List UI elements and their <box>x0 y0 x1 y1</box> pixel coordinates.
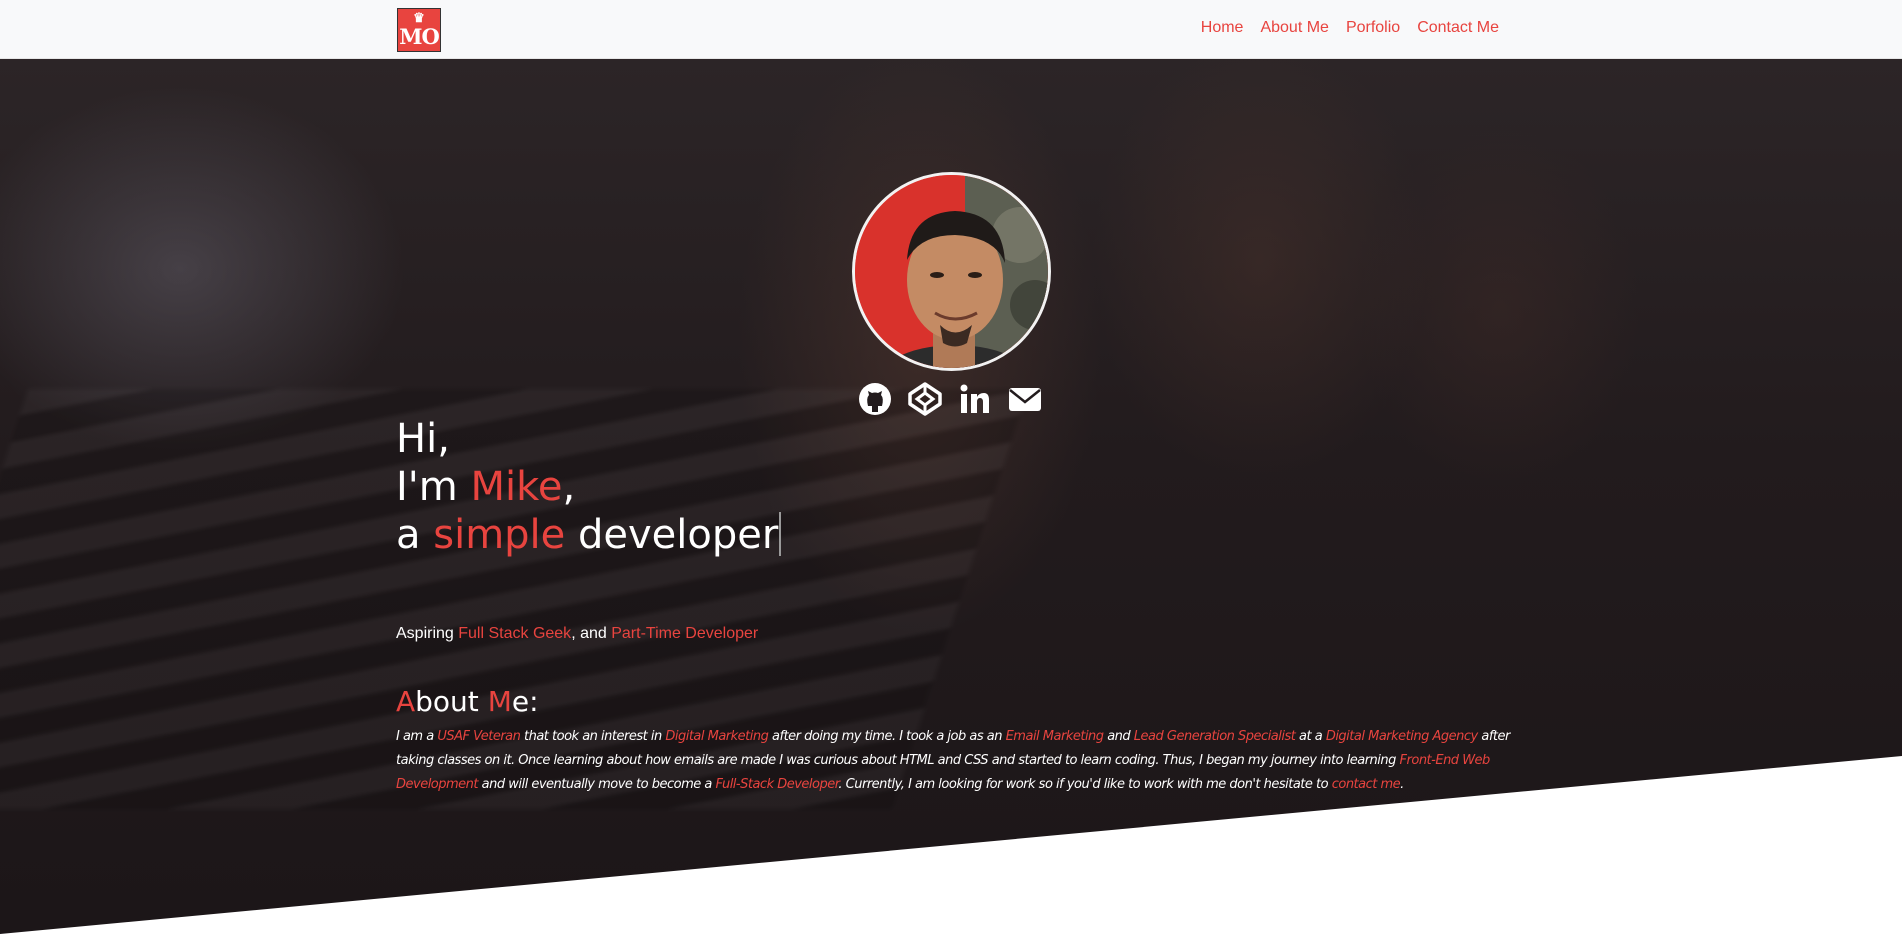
nav-link-about-me[interactable]: About Me <box>1260 19 1328 37</box>
tagline-role-part-time: Part-Time Developer <box>611 625 759 642</box>
nav-link-contact-me[interactable]: Contact Me <box>1417 19 1499 37</box>
intro-heading: Hi, I'm Mike, a simple developer <box>396 415 782 559</box>
highlight-digital-marketing: Digital Marketing <box>665 729 769 744</box>
nav-link-portfolio[interactable]: Porfolio <box>1346 19 1400 37</box>
tagline-role-full-stack: Full Stack Geek <box>458 625 572 642</box>
highlight-lead-generation: Lead Generation Specialist <box>1133 729 1296 744</box>
name-highlight: Mike <box>470 464 563 510</box>
about-me-paragraph: I am a USAF Veteran that took an interes… <box>396 729 1510 792</box>
name-line: I'm Mike, <box>396 464 576 510</box>
tagline: Aspiring Full Stack Geek, and Part-Time … <box>396 625 759 642</box>
contact-me-link[interactable]: contact me <box>1332 777 1401 792</box>
highlight-email-marketing: Email Marketing <box>1005 729 1104 744</box>
highlight-full-stack: Full-Stack Developer <box>715 777 839 792</box>
nav-link-home[interactable]: Home <box>1201 19 1244 37</box>
navbar: ♛ MO Home About Me Porfolio Contact Me <box>0 0 1902 59</box>
brand-logo[interactable]: ♛ MO <box>397 8 441 52</box>
github-icon[interactable] <box>858 382 892 416</box>
brand-monogram: MO <box>399 24 440 49</box>
typing-cursor <box>779 512 782 556</box>
codepen-icon[interactable] <box>908 382 942 416</box>
highlight-usaf-veteran: USAF Veteran <box>437 729 521 744</box>
social-links <box>858 382 1048 418</box>
highlight-digital-marketing-agency: Digital Marketing Agency <box>1325 729 1478 744</box>
greeting-line: Hi, <box>396 416 450 462</box>
hero-section: Hi, I'm Mike, a simple developer Aspirin… <box>0 59 1902 934</box>
envelope-icon[interactable] <box>1008 382 1042 416</box>
linkedin-icon[interactable] <box>958 382 992 416</box>
about-me-heading: About Me: <box>396 685 539 718</box>
typed-word: simple <box>433 512 566 558</box>
nav-links: Home About Me Porfolio Contact Me <box>1184 19 1499 37</box>
profile-avatar <box>852 172 1051 371</box>
role-line: a simple developer <box>396 511 782 559</box>
